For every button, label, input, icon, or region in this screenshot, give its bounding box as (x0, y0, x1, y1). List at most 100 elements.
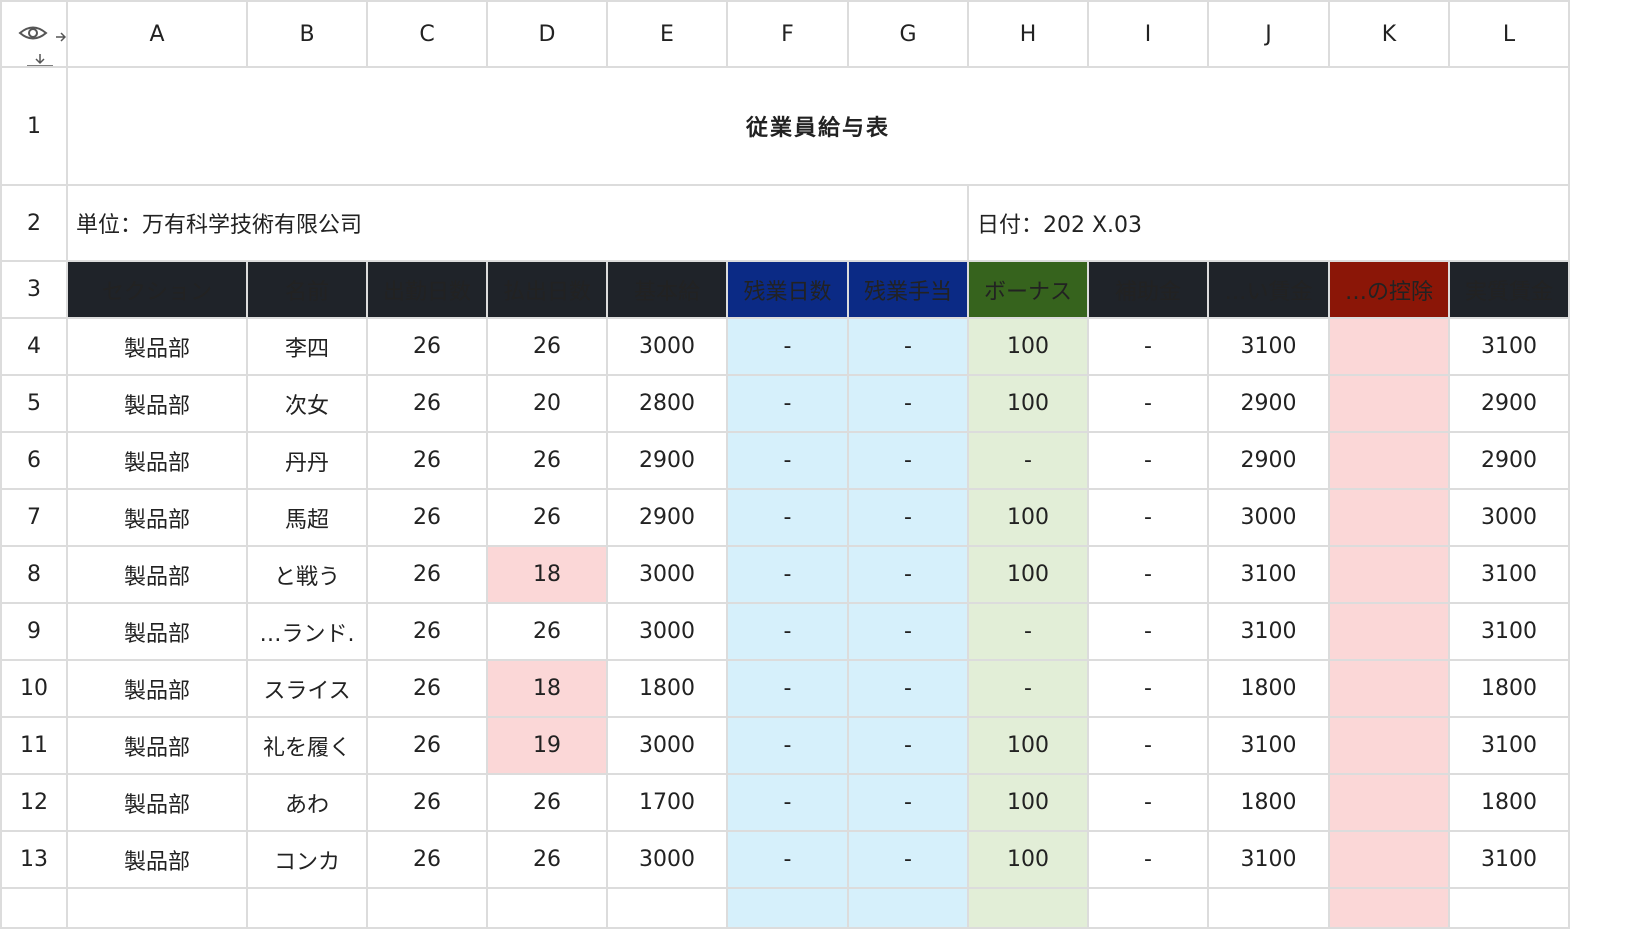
cell-attendance-days[interactable]: 26 (366, 374, 488, 433)
column-header-h[interactable]: H (967, 0, 1089, 68)
cell-gross-wage[interactable]: 1800 (1207, 773, 1330, 832)
cell-deduction[interactable] (1328, 659, 1450, 718)
row-header-6[interactable]: 6 (0, 431, 68, 490)
cell-paid-days[interactable]: 26 (486, 488, 608, 547)
cell-overtime-days[interactable]: - (726, 374, 849, 433)
cell-section[interactable]: 製品部 (66, 488, 248, 547)
cell-overtime-days[interactable]: - (726, 830, 849, 889)
cell-bonus[interactable]: 100 (967, 716, 1089, 775)
cell-name[interactable]: コンカ (246, 830, 368, 889)
cell-subsidy[interactable]: - (1087, 488, 1209, 547)
cell-deduction[interactable] (1328, 317, 1450, 376)
cell-partial[interactable] (967, 887, 1089, 929)
cell-attendance-days[interactable]: 26 (366, 488, 488, 547)
cell-attendance-days[interactable]: 26 (366, 716, 488, 775)
cell-base-salary[interactable]: 2900 (606, 431, 728, 490)
header-bonus[interactable]: ボーナス (967, 260, 1089, 319)
cell-paid-days[interactable]: 26 (486, 431, 608, 490)
cell-net-wage[interactable]: 3100 (1448, 830, 1570, 889)
cell-base-salary[interactable]: 3000 (606, 317, 728, 376)
cell-partial[interactable] (1448, 887, 1570, 929)
cell-partial[interactable] (486, 887, 608, 929)
row-header-7[interactable]: 7 (0, 488, 68, 547)
header-gross-wage[interactable]: …い賃金 (1207, 260, 1330, 319)
cell-subsidy[interactable]: - (1087, 545, 1209, 604)
cell-paid-days[interactable]: 18 (486, 545, 608, 604)
row-header-11[interactable]: 11 (0, 716, 68, 775)
column-header-c[interactable]: C (366, 0, 488, 68)
cell-subsidy[interactable]: - (1087, 602, 1209, 661)
cell-base-salary[interactable]: 2800 (606, 374, 728, 433)
cell-name[interactable]: 李四 (246, 317, 368, 376)
cell-attendance-days[interactable]: 26 (366, 602, 488, 661)
column-header-f[interactable]: F (726, 0, 849, 68)
company-unit-cell[interactable]: 単位：万有科学技術有限公司 (66, 184, 969, 262)
cell-overtime-pay[interactable]: - (847, 716, 969, 775)
cell-net-wage[interactable]: 3100 (1448, 317, 1570, 376)
cell-gross-wage[interactable]: 3000 (1207, 488, 1330, 547)
cell-net-wage[interactable]: 1800 (1448, 773, 1570, 832)
header-base-salary[interactable]: 基本給 (606, 260, 728, 319)
row-header-partial[interactable] (0, 887, 68, 929)
cell-base-salary[interactable]: 2900 (606, 488, 728, 547)
cell-bonus[interactable]: - (967, 602, 1089, 661)
cell-name[interactable]: と戦う (246, 545, 368, 604)
cell-name[interactable]: …ランド. (246, 602, 368, 661)
cell-subsidy[interactable]: - (1087, 317, 1209, 376)
cell-deduction[interactable] (1328, 374, 1450, 433)
cell-base-salary[interactable]: 1700 (606, 773, 728, 832)
cell-overtime-days[interactable]: - (726, 716, 849, 775)
cell-subsidy[interactable]: - (1087, 431, 1209, 490)
cell-deduction[interactable] (1328, 716, 1450, 775)
cell-section[interactable]: 製品部 (66, 602, 248, 661)
cell-net-wage[interactable]: 3100 (1448, 716, 1570, 775)
cell-overtime-days[interactable]: - (726, 317, 849, 376)
column-header-i[interactable]: I (1087, 0, 1209, 68)
cell-name[interactable]: 次女 (246, 374, 368, 433)
row-header-13[interactable]: 13 (0, 830, 68, 889)
cell-paid-days[interactable]: 26 (486, 602, 608, 661)
cell-section[interactable]: 製品部 (66, 431, 248, 490)
cell-name[interactable]: 馬超 (246, 488, 368, 547)
column-header-j[interactable]: J (1207, 0, 1330, 68)
cell-section[interactable]: 製品部 (66, 374, 248, 433)
cell-subsidy[interactable]: - (1087, 830, 1209, 889)
row-header-9[interactable]: 9 (0, 602, 68, 661)
cell-deduction[interactable] (1328, 488, 1450, 547)
column-header-e[interactable]: E (606, 0, 728, 68)
cell-bonus[interactable]: 100 (967, 545, 1089, 604)
cell-overtime-pay[interactable]: - (847, 773, 969, 832)
cell-attendance-days[interactable]: 26 (366, 773, 488, 832)
cell-section[interactable]: 製品部 (66, 317, 248, 376)
cell-partial[interactable] (726, 887, 849, 929)
cell-gross-wage[interactable]: 3100 (1207, 830, 1330, 889)
cell-attendance-days[interactable]: 26 (366, 830, 488, 889)
cell-base-salary[interactable]: 3000 (606, 716, 728, 775)
cell-partial[interactable] (366, 887, 488, 929)
cell-section[interactable]: 製品部 (66, 830, 248, 889)
cell-base-salary[interactable]: 3000 (606, 830, 728, 889)
date-cell[interactable]: 日付：202 X.03 (967, 184, 1570, 262)
cell-subsidy[interactable]: - (1087, 659, 1209, 718)
cell-partial[interactable] (66, 887, 248, 929)
column-header-k[interactable]: K (1328, 0, 1450, 68)
cell-base-salary[interactable]: 1800 (606, 659, 728, 718)
column-header-g[interactable]: G (847, 0, 969, 68)
cell-net-wage[interactable]: 3100 (1448, 602, 1570, 661)
cell-gross-wage[interactable]: 1800 (1207, 659, 1330, 718)
cell-base-salary[interactable]: 3000 (606, 602, 728, 661)
cell-overtime-pay[interactable]: - (847, 374, 969, 433)
cell-gross-wage[interactable]: 2900 (1207, 431, 1330, 490)
row-header-1[interactable]: 1 (0, 66, 68, 186)
cell-bonus[interactable]: 100 (967, 374, 1089, 433)
cell-overtime-pay[interactable]: - (847, 830, 969, 889)
cell-overtime-pay[interactable]: - (847, 545, 969, 604)
header-net-wage[interactable]: 実質賃金 (1448, 260, 1570, 319)
cell-attendance-days[interactable]: 26 (366, 659, 488, 718)
cell-gross-wage[interactable]: 3100 (1207, 545, 1330, 604)
cell-overtime-days[interactable]: - (726, 602, 849, 661)
cell-overtime-days[interactable]: - (726, 431, 849, 490)
cell-partial[interactable] (1328, 887, 1450, 929)
column-header-d[interactable]: D (486, 0, 608, 68)
eye-icon[interactable] (18, 22, 48, 44)
